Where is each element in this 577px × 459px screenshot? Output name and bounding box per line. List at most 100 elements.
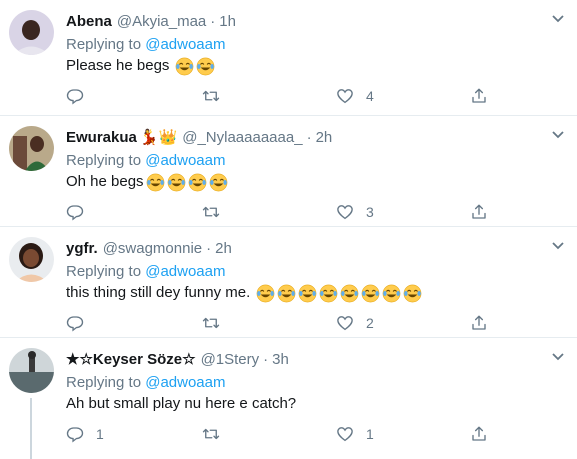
retweet-button[interactable]	[202, 424, 220, 444]
face-with-tears-of-joy-emoji	[209, 173, 228, 192]
mention-link[interactable]: @adwoaam	[145, 374, 225, 391]
tweet[interactable]: Ewurakua 💃👑 @_Nylaaaaaaaa_ · 2h Replying…	[0, 116, 577, 227]
like-button[interactable]: 1	[336, 424, 374, 444]
like-count: 1	[366, 426, 374, 442]
chevron-down-icon[interactable]	[551, 130, 565, 140]
reply-button[interactable]	[66, 202, 84, 222]
separator-dot: ·	[206, 240, 212, 257]
display-name[interactable]: ★☆Keyser Söze☆	[66, 350, 196, 370]
face-with-tears-of-joy-emoji	[188, 173, 207, 192]
tweet-text-content: Please he begs	[66, 57, 170, 74]
separator-dot: ·	[306, 129, 312, 146]
like-count: 4	[366, 88, 374, 104]
timestamp[interactable]: 1h	[219, 12, 236, 32]
tweet-text-content: Ah but small play nu here e catch?	[66, 395, 297, 412]
tweet-header: Abena @Akyia_maa · 1h	[66, 12, 236, 32]
avatar[interactable]	[9, 348, 54, 393]
thread-line	[30, 398, 32, 459]
tweet-actions: 1 1	[66, 424, 496, 444]
tweet-text: Ah but small play nu here e catch?	[66, 394, 296, 414]
replying-label: Replying to	[66, 36, 142, 53]
tweet[interactable]: ygfr. @swagmonnie · 2h Replying to @adwo…	[0, 227, 577, 338]
face-with-tears-of-joy-emoji	[382, 284, 401, 303]
mention-link[interactable]: @adwoaam	[145, 263, 225, 280]
user-handle[interactable]: @_Nylaaaaaaaa_	[182, 128, 302, 148]
heart-icon	[337, 89, 353, 104]
retweet-icon	[202, 317, 220, 329]
tweet[interactable]: ★☆Keyser Söze☆ @1Stery · 3h Replying to …	[0, 338, 577, 459]
retweet-button[interactable]	[202, 313, 220, 333]
tweet-actions: 2	[66, 313, 496, 333]
name-emoji: 💃👑	[139, 129, 178, 146]
face-with-tears-of-joy-emoji	[146, 173, 165, 192]
display-name[interactable]: Ewurakua	[66, 128, 137, 148]
tweet[interactable]: Abena @Akyia_maa · 1h Replying to @adwoa…	[0, 0, 577, 116]
separator-dot: ·	[263, 351, 269, 368]
face-with-tears-of-joy-emoji	[175, 57, 194, 76]
display-name[interactable]: Abena	[66, 12, 112, 32]
user-handle[interactable]: @1Stery	[201, 350, 260, 370]
reply-icon	[66, 316, 84, 332]
share-button[interactable]	[470, 313, 488, 333]
retweet-icon	[202, 206, 220, 218]
emoji-group	[173, 56, 215, 76]
display-name[interactable]: ygfr.	[66, 239, 98, 259]
reply-icon	[66, 427, 84, 443]
tweet-text-content: this thing still dey funny me.	[66, 284, 251, 301]
face-with-tears-of-joy-emoji	[340, 284, 359, 303]
like-button[interactable]: 3	[336, 202, 374, 222]
like-count: 3	[366, 204, 374, 220]
heart-icon	[337, 205, 353, 220]
user-handle[interactable]: @swagmonnie	[103, 239, 202, 259]
tweet-header: ygfr. @swagmonnie · 2h	[66, 239, 232, 259]
avatar[interactable]	[9, 237, 54, 282]
face-with-tears-of-joy-emoji	[403, 284, 422, 303]
tweet-actions: 3	[66, 202, 496, 222]
face-with-tears-of-joy-emoji	[319, 284, 338, 303]
face-with-tears-of-joy-emoji	[256, 284, 275, 303]
tweet-header: Ewurakua 💃👑 @_Nylaaaaaaaa_ · 2h	[66, 128, 332, 148]
share-icon	[472, 315, 486, 330]
heart-icon	[337, 316, 353, 331]
retweet-button[interactable]	[202, 202, 220, 222]
retweet-icon	[202, 90, 220, 102]
chevron-down-icon[interactable]	[551, 352, 565, 362]
retweet-button[interactable]	[202, 86, 220, 106]
replying-to: Replying to @adwoaam	[66, 263, 226, 281]
avatar[interactable]	[9, 10, 54, 55]
reply-icon	[66, 205, 84, 221]
share-button[interactable]	[470, 424, 488, 444]
reply-button[interactable]	[66, 313, 84, 333]
tweet-actions: 4	[66, 86, 496, 106]
like-button[interactable]: 4	[336, 86, 374, 106]
tweet-text: Please he begs	[66, 56, 215, 76]
replying-label: Replying to	[66, 263, 142, 280]
timestamp[interactable]: 2h	[316, 128, 333, 148]
mention-link[interactable]: @adwoaam	[145, 36, 225, 53]
chevron-down-icon[interactable]	[551, 14, 565, 24]
separator-dot: ·	[210, 13, 216, 30]
tweet-text-content: Oh he begs	[66, 173, 144, 190]
tweet-header: ★☆Keyser Söze☆ @1Stery · 3h	[66, 350, 289, 370]
share-icon	[472, 204, 486, 219]
reply-icon	[66, 89, 84, 105]
mention-link[interactable]: @adwoaam	[145, 152, 225, 169]
timestamp[interactable]: 2h	[215, 239, 232, 259]
timestamp[interactable]: 3h	[272, 350, 289, 370]
replying-to: Replying to @adwoaam	[66, 36, 226, 54]
share-button[interactable]	[470, 202, 488, 222]
share-button[interactable]	[470, 86, 488, 106]
reply-button[interactable]	[66, 86, 84, 106]
reply-count: 1	[96, 426, 104, 442]
like-count: 2	[366, 315, 374, 331]
replying-label: Replying to	[66, 374, 142, 391]
user-handle[interactable]: @Akyia_maa	[117, 12, 206, 32]
share-icon	[472, 88, 486, 103]
avatar[interactable]	[9, 126, 54, 171]
chevron-down-icon[interactable]	[551, 241, 565, 251]
face-with-tears-of-joy-emoji	[361, 284, 380, 303]
face-with-tears-of-joy-emoji	[196, 57, 215, 76]
replying-to: Replying to @adwoaam	[66, 374, 226, 392]
reply-button[interactable]: 1	[66, 424, 104, 444]
like-button[interactable]: 2	[336, 313, 374, 333]
